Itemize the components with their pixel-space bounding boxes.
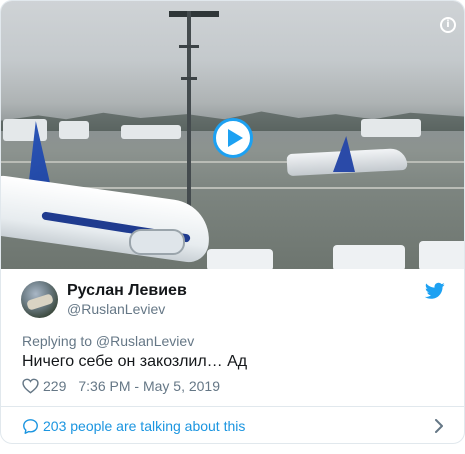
author-display-name[interactable]: Руслан Левиев [67, 282, 187, 300]
embedded-tweet-card[interactable]: i Руслан Левиев @RuslanLeviev Replying t… [0, 0, 465, 444]
video-building [121, 125, 181, 139]
like-count[interactable]: 229 [43, 378, 66, 394]
video-vehicle [419, 241, 464, 269]
video-preview[interactable]: i [1, 1, 464, 269]
tweet-meta-row: 229 7:36 PM - May 5, 2019 [22, 377, 220, 395]
video-vehicle [333, 245, 405, 269]
twitter-bird-icon[interactable] [425, 282, 445, 300]
video-building [361, 119, 421, 137]
info-icon[interactable]: i [440, 17, 456, 33]
video-light-mast-bar [179, 45, 199, 48]
play-icon [227, 129, 243, 147]
chevron-right-icon[interactable] [434, 419, 444, 433]
video-vehicle [207, 249, 273, 269]
comment-icon [23, 418, 38, 434]
avatar[interactable] [21, 281, 58, 318]
people-talking-link[interactable]: 203 people are talking about this [1, 407, 464, 443]
people-talking-label[interactable]: 203 people are talking about this [43, 418, 245, 434]
video-building [59, 121, 89, 139]
author-handle[interactable]: @RuslanLeviev [67, 301, 165, 317]
replying-to-line[interactable]: Replying to @RuslanLeviev [22, 333, 194, 349]
video-light-mast-top [169, 11, 219, 17]
play-button[interactable] [213, 118, 253, 158]
video-light-mast-bar [181, 77, 197, 80]
video-plane-engine [129, 229, 185, 255]
tweet-text: Ничего себе он закозлил… Ад [22, 353, 248, 370]
tweet-timestamp[interactable]: 7:36 PM - May 5, 2019 [78, 378, 220, 394]
video-building [3, 119, 47, 141]
heart-icon[interactable] [22, 378, 39, 394]
